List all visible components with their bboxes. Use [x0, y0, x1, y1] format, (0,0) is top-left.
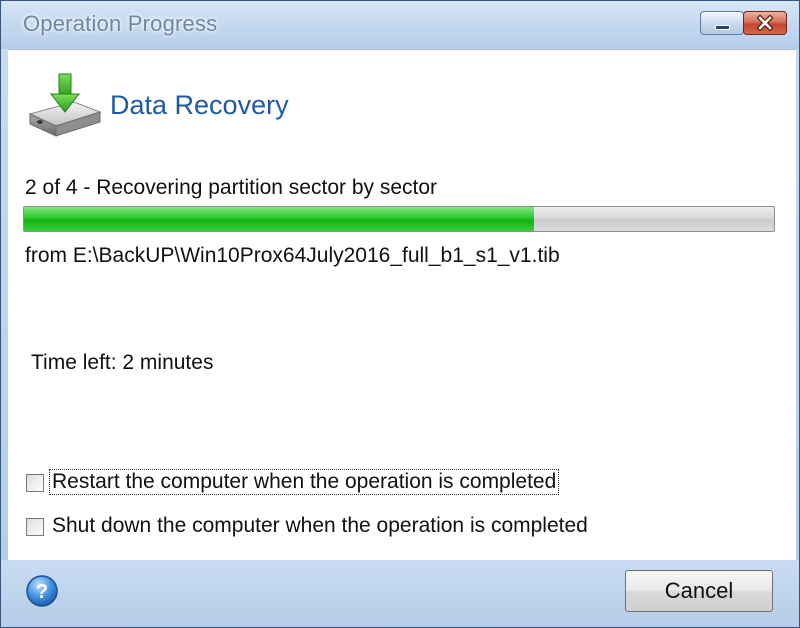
progress-bar-fill [24, 207, 534, 231]
restart-checkbox[interactable] [26, 474, 44, 492]
shutdown-option[interactable]: Shut down the computer when the operatio… [26, 514, 726, 540]
window-title: Operation Progress [23, 11, 218, 36]
shutdown-checkbox[interactable] [26, 518, 44, 536]
shutdown-checkbox-label[interactable]: Shut down the computer when the operatio… [50, 514, 590, 538]
title-bar[interactable]: Operation Progress [1, 1, 799, 49]
restart-option[interactable]: Restart the computer when the operation … [26, 469, 676, 496]
hard-drive-download-icon [28, 73, 102, 137]
minimize-icon [715, 25, 730, 30]
dialog-footer: ? Cancel [1, 560, 799, 627]
cancel-button[interactable]: Cancel [625, 570, 773, 612]
svg-text:?: ? [36, 581, 48, 603]
time-left-text: Time left: 2 minutes [31, 351, 214, 374]
step-status-text: 2 of 4 - Recovering partition sector by … [25, 176, 438, 199]
help-icon[interactable]: ? [25, 574, 59, 608]
operation-title: Data Recovery [110, 90, 289, 120]
close-icon [757, 15, 773, 31]
close-button[interactable] [743, 11, 787, 35]
restart-checkbox-label[interactable]: Restart the computer when the operation … [48, 469, 560, 495]
source-file-path: from E:\BackUP\Win10Prox64July2016_full_… [25, 244, 560, 267]
operation-progress-window: Operation Progress Data Recovery 2 of 4 … [0, 0, 800, 628]
minimize-button[interactable] [700, 11, 744, 35]
progress-bar [23, 206, 775, 232]
dialog-content: Data Recovery 2 of 4 - Recovering partit… [8, 49, 796, 560]
